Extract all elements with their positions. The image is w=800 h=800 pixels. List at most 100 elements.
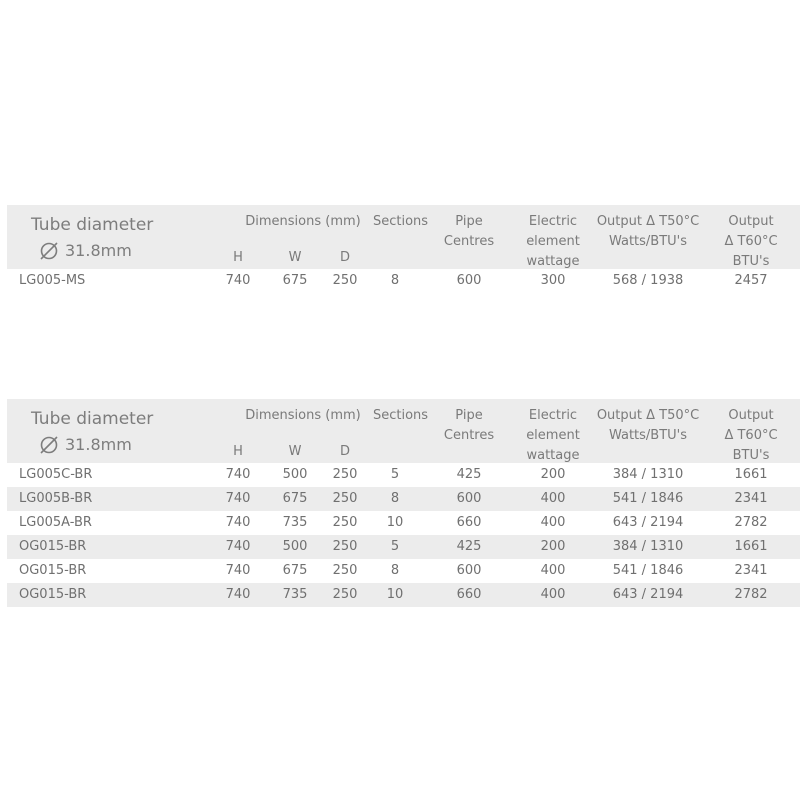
table-row: OG015-BR 740 500 250 5 425 200 384 / 1310 1661 xyxy=(7,535,800,559)
o50-header-line2: Watts/BTU's xyxy=(608,234,688,249)
elec-header-line2: element xyxy=(526,428,580,443)
spec-table-br: Tube diameter 31.8mm Dimensions (mm) H W… xyxy=(7,399,800,607)
o50-header-line2: Watts/BTU's xyxy=(608,428,688,443)
dimensions-header: Dimensions (mm) xyxy=(245,214,361,229)
pipe-centres-cell: 425 xyxy=(456,539,482,554)
tube-diameter-value: 31.8mm xyxy=(39,240,132,262)
pipe-header-line1: Pipe xyxy=(455,214,483,229)
width-cell: 735 xyxy=(282,587,308,602)
sections-cell: 8 xyxy=(390,273,400,288)
table-row: LG005C-BR 740 500 250 5 425 200 384 / 1310 1661 xyxy=(7,463,800,487)
depth-cell: 250 xyxy=(332,515,358,530)
depth-cell: 250 xyxy=(332,563,358,578)
wattage-cell: 400 xyxy=(540,563,566,578)
sections-cell: 5 xyxy=(390,467,400,482)
width-cell: 735 xyxy=(282,515,308,530)
width-cell: 675 xyxy=(282,273,308,288)
tube-diameter-value: 31.8mm xyxy=(39,434,132,456)
table-row: OG015-BR 740 735 250 10 660 400 643 / 2194 2782 xyxy=(7,583,800,607)
h-header: H xyxy=(233,444,243,459)
dimensions-header: Dimensions (mm) xyxy=(245,408,361,423)
sections-cell: 8 xyxy=(390,491,400,506)
elec-header-line1: Electric xyxy=(528,214,578,229)
elec-header-line2: element xyxy=(526,234,580,249)
output-t60-header: Output Δ T60°C BTU's xyxy=(707,406,795,466)
table-row: LG005A-BR 740 735 250 10 660 400 643 / 2194 2782 xyxy=(7,511,800,535)
output-t60-cell: 2782 xyxy=(734,515,768,530)
output-t60-header: Output Δ T60°C BTU's xyxy=(707,212,795,272)
elec-header-line1: Electric xyxy=(528,408,578,423)
o60-header-line1: Output xyxy=(728,214,774,229)
pipe-centres-cell: 600 xyxy=(456,273,482,288)
pipe-centres-cell: 660 xyxy=(456,587,482,602)
height-cell: 740 xyxy=(225,563,251,578)
output-t60-cell: 2782 xyxy=(734,587,768,602)
wattage-cell: 300 xyxy=(540,273,566,288)
height-cell: 740 xyxy=(225,273,251,288)
model-cell: OG015-BR xyxy=(19,587,87,602)
model-cell: OG015-BR xyxy=(19,539,87,554)
pipe-header-line2: Centres xyxy=(443,234,495,249)
wattage-cell: 200 xyxy=(540,467,566,482)
pipe-header-line1: Pipe xyxy=(455,408,483,423)
output-t50-cell: 384 / 1310 xyxy=(612,467,684,482)
sections-cell: 5 xyxy=(390,539,400,554)
o60-header-line2: Δ T60°C BTU's xyxy=(724,234,778,269)
output-t60-cell: 1661 xyxy=(734,539,768,554)
o50-header-line1: Output Δ T50°C xyxy=(596,214,700,229)
sections-cell: 10 xyxy=(386,515,404,530)
output-t60-cell: 2457 xyxy=(734,273,768,288)
electric-wattage-header: Electric element wattage xyxy=(523,406,583,466)
model-cell: LG005C-BR xyxy=(19,467,93,482)
depth-cell: 250 xyxy=(332,587,358,602)
output-t60-cell: 1661 xyxy=(734,467,768,482)
table-header: Tube diameter 31.8mm Dimensions (mm) H W… xyxy=(7,205,800,269)
d-header: D xyxy=(339,250,350,265)
width-cell: 500 xyxy=(282,539,308,554)
sections-header: Sections xyxy=(373,408,429,423)
width-cell: 500 xyxy=(282,467,308,482)
height-cell: 740 xyxy=(225,587,251,602)
pipe-centres-cell: 660 xyxy=(456,515,482,530)
model-cell: LG005-MS xyxy=(19,273,86,288)
height-cell: 740 xyxy=(225,515,251,530)
output-t50-cell: 384 / 1310 xyxy=(612,539,684,554)
wattage-cell: 400 xyxy=(540,515,566,530)
model-cell: OG015-BR xyxy=(19,563,87,578)
pipe-centres-cell: 600 xyxy=(456,563,482,578)
height-cell: 740 xyxy=(225,539,251,554)
wattage-cell: 200 xyxy=(540,539,566,554)
depth-cell: 250 xyxy=(332,467,358,482)
output-t60-cell: 2341 xyxy=(734,491,768,506)
height-cell: 740 xyxy=(225,491,251,506)
tube-diameter-title: Tube diameter xyxy=(31,409,154,429)
w-header: W xyxy=(288,250,302,265)
pipe-centres-header: Pipe Centres xyxy=(441,212,497,252)
output-t50-cell: 568 / 1938 xyxy=(612,273,684,288)
sections-cell: 10 xyxy=(386,587,404,602)
sections-cell: 8 xyxy=(390,563,400,578)
spec-table-ms: Tube diameter 31.8mm Dimensions (mm) H W… xyxy=(7,205,800,293)
pipe-centres-cell: 425 xyxy=(456,467,482,482)
tube-diameter-text: 31.8mm xyxy=(65,241,132,260)
diameter-icon xyxy=(40,436,58,454)
depth-cell: 250 xyxy=(332,539,358,554)
width-cell: 675 xyxy=(282,491,308,506)
sections-header: Sections xyxy=(373,214,429,229)
depth-cell: 250 xyxy=(332,273,358,288)
output-t60-cell: 2341 xyxy=(734,563,768,578)
w-header: W xyxy=(288,444,302,459)
pipe-header-line2: Centres xyxy=(443,428,495,443)
output-t50-header: Output Δ T50°C Watts/BTU's xyxy=(589,212,707,252)
h-header: H xyxy=(233,250,243,265)
o60-header-line2: Δ T60°C BTU's xyxy=(724,428,778,463)
electric-wattage-header: Electric element wattage xyxy=(523,212,583,272)
depth-cell: 250 xyxy=(332,491,358,506)
output-t50-cell: 541 / 1846 xyxy=(612,563,684,578)
pipe-centres-header: Pipe Centres xyxy=(441,406,497,446)
o60-header-line1: Output xyxy=(728,408,774,423)
table-body: LG005-MS 740 675 250 8 600 300 568 / 1938 2457 xyxy=(7,269,800,293)
output-t50-cell: 643 / 2194 xyxy=(612,515,684,530)
width-cell: 675 xyxy=(282,563,308,578)
table-row: OG015-BR 740 675 250 8 600 400 541 / 1846 2341 xyxy=(7,559,800,583)
